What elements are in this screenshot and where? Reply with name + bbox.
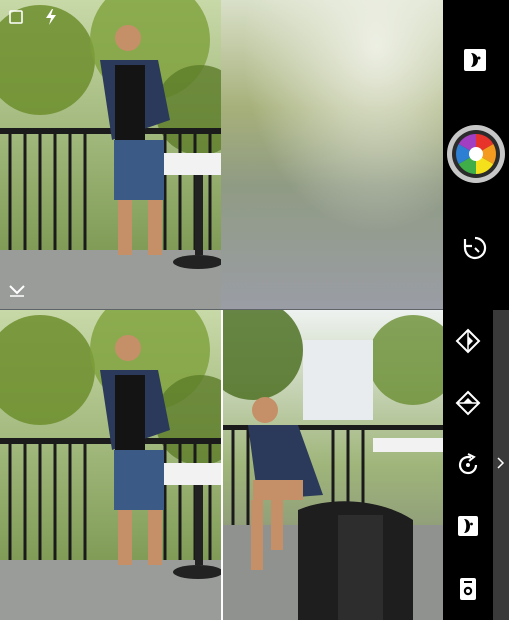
chevron-right-icon: [495, 455, 507, 471]
rotate-icon[interactable]: [461, 234, 489, 262]
edit-control-column: [443, 310, 493, 620]
photo-bottom-left[interactable]: [0, 310, 221, 620]
photo-bottom-right[interactable]: [223, 310, 443, 620]
face-filter-icon[interactable]: [455, 513, 481, 539]
camera-control-bar: [443, 0, 509, 310]
photo-top-left[interactable]: [0, 0, 221, 309]
flip-horizontal-icon[interactable]: [454, 327, 482, 355]
chevron-down-icon[interactable]: [6, 282, 28, 298]
side-drawer-handle[interactable]: [493, 310, 509, 620]
rotate-clockwise-icon[interactable]: [454, 451, 482, 479]
switch-camera-icon[interactable]: [456, 576, 480, 602]
square-frame-icon[interactable]: [6, 7, 26, 27]
photo-top-right-blurred[interactable]: [221, 0, 443, 309]
split-divider-vertical[interactable]: [221, 310, 223, 620]
color-wheel-icon[interactable]: [446, 124, 506, 184]
flash-icon[interactable]: [40, 7, 62, 27]
flip-vertical-icon[interactable]: [454, 389, 482, 417]
face-filter-icon[interactable]: [461, 46, 489, 74]
